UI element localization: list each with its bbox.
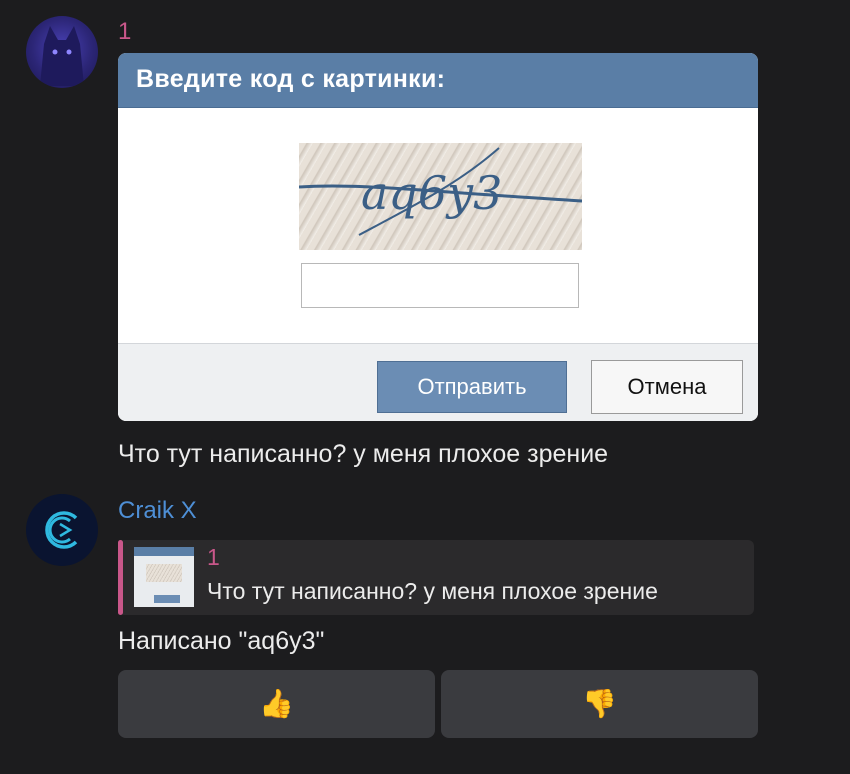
message-text: Что тут написанно? у меня плохое зрение: [118, 440, 609, 468]
thumbs-down-icon: 👎: [582, 688, 617, 719]
reply-text: Что тут написанно? у меня плохое зрение: [207, 578, 658, 604]
captcha-input: [301, 263, 579, 308]
captcha-code: aq6y3: [361, 166, 502, 220]
reply-quote[interactable]: 1 Что тут написанно? у меня плохое зрени…: [118, 540, 754, 615]
captcha-title: Введите код с картинки:: [136, 65, 446, 93]
message-author[interactable]: Craik X: [118, 497, 197, 525]
captcha-code-graphic: aq6y3: [298, 147, 583, 236]
captcha-image: aq6y3: [298, 143, 583, 250]
reply-accent-bar: [118, 540, 123, 615]
reply-author: 1: [207, 544, 220, 570]
captcha-screenshot[interactable]: Введите код с картинки: aq6y3 Отправить …: [118, 53, 758, 421]
cat-avatar-icon: [40, 26, 84, 86]
thumbs-up-button[interactable]: 👍: [118, 670, 435, 738]
captcha-cancel-button: Отмена: [591, 360, 743, 414]
captcha-submit-button: Отправить: [377, 361, 567, 413]
reply-thumbnail: [134, 547, 194, 607]
message-author[interactable]: 1: [118, 18, 131, 46]
craik-logo-icon: [45, 511, 78, 549]
message-text: Написано "aq6y3": [118, 627, 325, 655]
avatar[interactable]: [26, 494, 98, 566]
thumbs-up-icon: 👍: [259, 688, 294, 719]
avatar[interactable]: [26, 16, 98, 88]
thumbs-down-button[interactable]: 👎: [441, 670, 758, 738]
